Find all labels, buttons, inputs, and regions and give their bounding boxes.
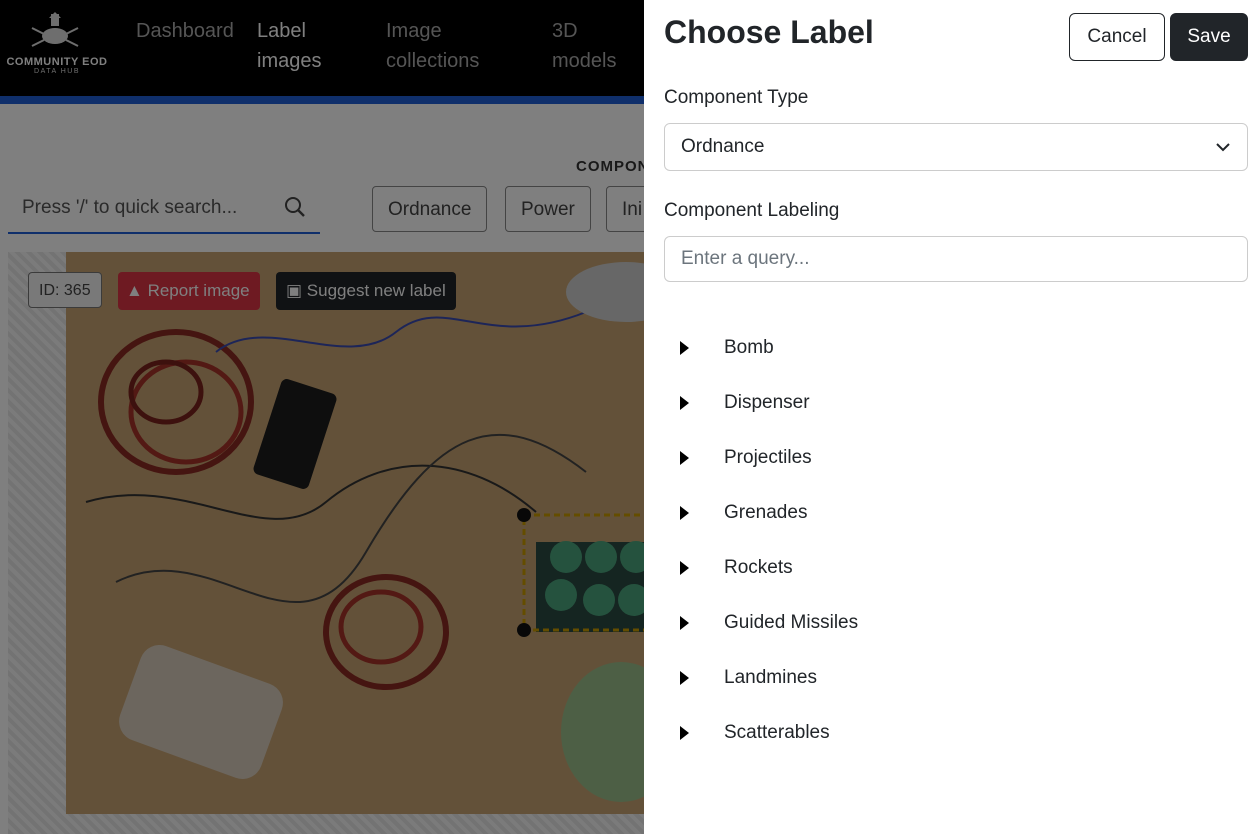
component-type-value: Ordnance	[681, 136, 765, 157]
tree-item-guided-missiles[interactable]: Guided Missiles	[664, 595, 1224, 650]
chevron-down-icon	[1216, 143, 1230, 152]
cancel-button[interactable]: Cancel	[1069, 13, 1165, 61]
tree-item-rockets[interactable]: Rockets	[664, 540, 1224, 595]
panel-title: Choose Label	[664, 14, 874, 50]
caret-right-icon[interactable]	[680, 451, 689, 465]
tree-item-label: Projectiles	[724, 447, 812, 468]
tree-item-label: Rockets	[724, 557, 793, 578]
tree-item-label: Landmines	[724, 667, 817, 688]
component-labeling-label: Component Labeling	[664, 200, 840, 221]
caret-right-icon[interactable]	[680, 616, 689, 630]
tree-item-bomb[interactable]: Bomb	[664, 320, 1224, 375]
component-type-select[interactable]: Ordnance	[664, 123, 1248, 171]
caret-right-icon[interactable]	[680, 671, 689, 685]
save-button[interactable]: Save	[1170, 13, 1248, 61]
tree-item-label: Guided Missiles	[724, 612, 859, 633]
tree-item-label: Dispenser	[724, 392, 810, 413]
tree-item-label: Bomb	[724, 337, 774, 358]
tree-item-label: Grenades	[724, 502, 808, 523]
choose-label-panel: Choose Label Cancel Save Component Type …	[644, 0, 1257, 834]
tree-item-dispenser[interactable]: Dispenser	[664, 375, 1224, 430]
caret-right-icon[interactable]	[680, 561, 689, 575]
caret-right-icon[interactable]	[680, 506, 689, 520]
tree-item-landmines[interactable]: Landmines	[664, 650, 1224, 705]
caret-right-icon[interactable]	[680, 726, 689, 740]
caret-right-icon[interactable]	[680, 396, 689, 410]
component-type-label: Component Type	[664, 87, 809, 108]
tree-item-projectiles[interactable]: Projectiles	[664, 430, 1224, 485]
tree-item-grenades[interactable]: Grenades	[664, 485, 1224, 540]
tree-item-label: Scatterables	[724, 722, 830, 743]
caret-right-icon[interactable]	[680, 341, 689, 355]
tree-item-scatterables[interactable]: Scatterables	[664, 705, 1224, 760]
modal-backdrop[interactable]	[0, 0, 644, 834]
label-query-input[interactable]	[664, 236, 1248, 282]
